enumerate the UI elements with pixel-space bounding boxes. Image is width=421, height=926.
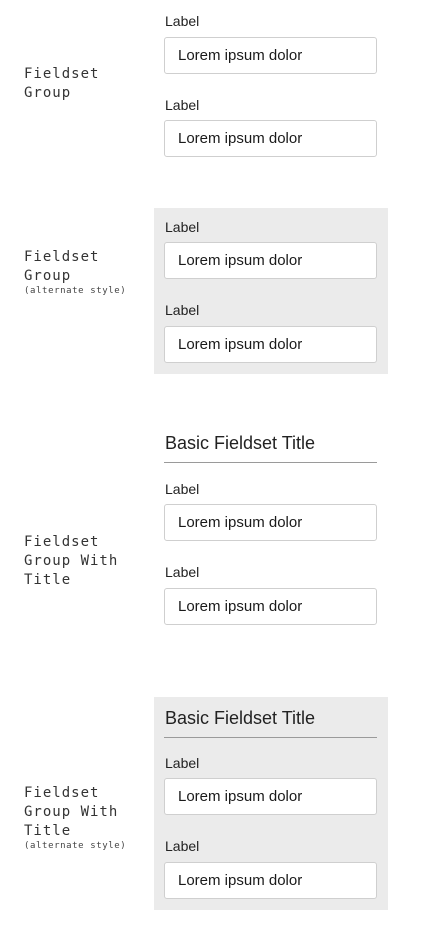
field-label-4a: Label xyxy=(165,755,200,771)
fieldset-title-rule-4 xyxy=(164,737,377,738)
field-label-3a: Label xyxy=(165,481,200,497)
text-field-1b[interactable] xyxy=(164,120,377,157)
text-field-3a[interactable] xyxy=(164,504,377,541)
section-3-name-text: Fieldset Group With Title xyxy=(24,534,119,588)
text-field-2a[interactable] xyxy=(164,242,377,279)
field-label-3b: Label xyxy=(165,564,200,580)
fieldset-title-rule-3 xyxy=(164,462,377,463)
text-field-4b[interactable] xyxy=(164,862,377,899)
text-field-1a[interactable] xyxy=(164,37,377,74)
text-field-3b[interactable] xyxy=(164,588,377,625)
fieldset-title-3: Basic Fieldset Title xyxy=(165,433,316,453)
fieldset-title-4: Basic Fieldset Title xyxy=(165,708,316,728)
text-field-4a[interactable] xyxy=(164,778,377,815)
section-4-name: Fieldset Group With Title (alternate sty… xyxy=(24,765,126,871)
section-1-name-text: Fieldset Group xyxy=(24,66,100,101)
section-4-name-text: Fieldset Group With Title xyxy=(24,785,119,839)
section-1-name: Fieldset Group xyxy=(24,46,99,103)
field-label-1b: Label xyxy=(165,97,200,113)
field-label-2a: Label xyxy=(165,219,200,235)
field-label-4b: Label xyxy=(165,838,200,854)
text-field-2b[interactable] xyxy=(164,326,377,363)
section-3-name: Fieldset Group With Title xyxy=(24,514,118,590)
section-2-name-text: Fieldset Group xyxy=(24,249,100,284)
section-4-alt-note: (alternate style) xyxy=(24,841,127,851)
section-2-name: Fieldset Group (alternate style) xyxy=(24,229,126,316)
field-label-1a: Label xyxy=(165,13,200,29)
section-2-alt-note: (alternate style) xyxy=(24,286,127,296)
field-label-2b: Label xyxy=(165,302,200,318)
